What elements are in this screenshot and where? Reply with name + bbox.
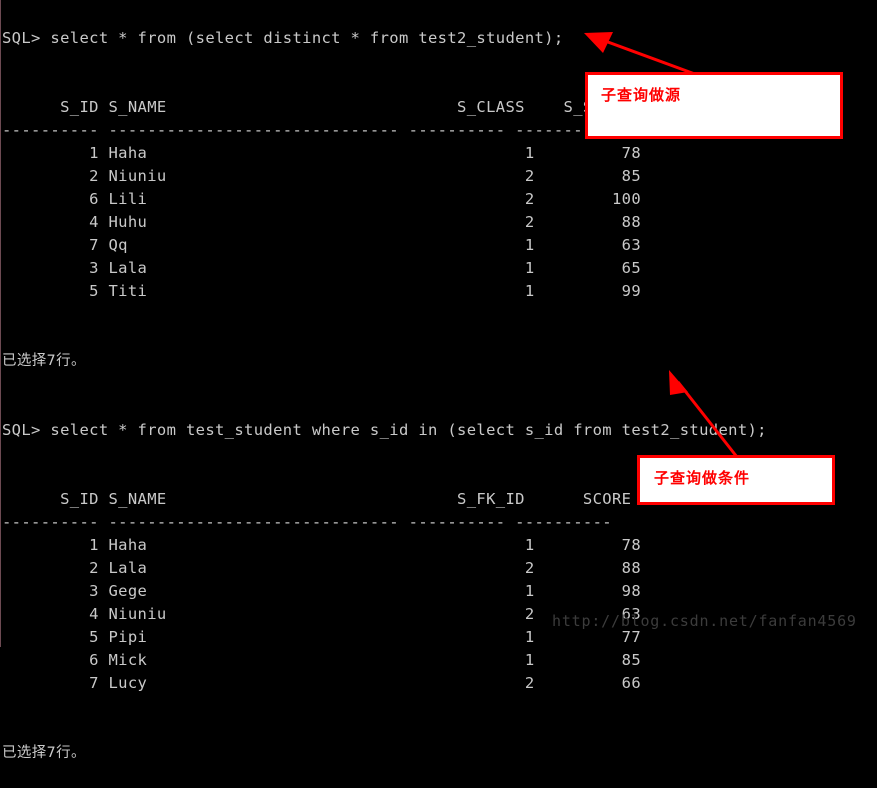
sql-prompt-line-2: SQL> select * from test_student where s_… [2, 421, 767, 439]
table-row: 4 Huhu 2 88 [2, 213, 641, 231]
table-row: 7 Qq 1 63 [2, 236, 641, 254]
annotation-label: 子查询做条件 [654, 469, 751, 487]
table-row: 6 Lili 2 100 [2, 190, 641, 208]
table-row: 3 Gege 1 98 [2, 582, 641, 600]
table-separator-2: ---------- -----------------------------… [2, 513, 612, 531]
table-row: 7 Lucy 2 66 [2, 674, 641, 692]
table-row: 6 Mick 1 85 [2, 651, 641, 669]
table-row: 3 Lala 1 65 [2, 259, 641, 277]
table-row: 2 Lala 2 88 [2, 559, 641, 577]
annotation-box-subquery-as-source: 子查询做源 [585, 72, 843, 139]
sqlplus-terminal-window[interactable]: SQL> select * from (select distinct * fr… [0, 0, 877, 761]
row-count-message-2: 已选择7行。 [2, 745, 86, 761]
table-row: 5 Titi 1 99 [2, 282, 641, 300]
table-header-1: S_ID S_NAME S_CLASS S_SCORE [2, 98, 632, 116]
row-count-message-1: 已选择7行。 [2, 353, 86, 369]
window-left-edge [0, 0, 1, 647]
sql-prompt-line-1: SQL> select * from (select distinct * fr… [2, 29, 564, 47]
annotation-label: 子查询做源 [601, 86, 682, 104]
table-row: 2 Niuniu 2 85 [2, 167, 641, 185]
table-row: 1 Haha 1 78 [2, 536, 641, 554]
table-header-2: S_ID S_NAME S_FK_ID SCORE [2, 490, 632, 508]
table-row: 5 Pipi 1 77 [2, 628, 641, 646]
table-row: 1 Haha 1 78 [2, 144, 641, 162]
table-row: 4 Niuniu 2 63 [2, 605, 641, 623]
blog-watermark: http://blog.csdn.net/fanfan4569 [552, 612, 857, 630]
annotation-box-subquery-as-condition: 子查询做条件 [637, 455, 835, 505]
table-separator-1: ---------- -----------------------------… [2, 121, 612, 139]
